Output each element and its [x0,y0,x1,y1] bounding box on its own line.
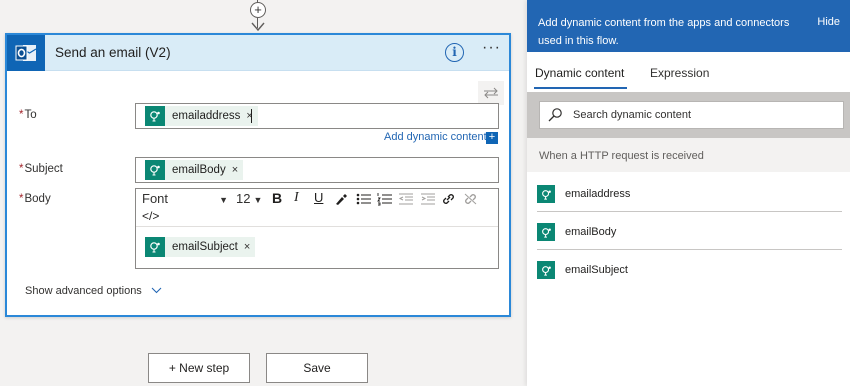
more-options-icon[interactable]: ··· [482,39,501,57]
request-trigger-icon [537,185,555,203]
to-token-label: emailaddress [172,110,241,122]
font-family-select[interactable]: Font ▼ [142,191,228,206]
to-token[interactable]: emailaddress × [145,106,258,126]
list-item[interactable]: emailBody [537,212,842,250]
search-icon [548,108,562,122]
trigger-section-header[interactable]: When a HTTP request is received [527,138,850,172]
required-marker: * [19,193,24,205]
panel-header: Add dynamic content from the apps and co… [527,0,850,52]
chevron-down-icon: ▼ [219,195,228,205]
body-rich-text-editor[interactable]: Font ▼ 12 ▼ B I U </> emailSubject × [135,188,499,269]
request-trigger-icon [145,160,165,180]
bold-button[interactable]: B [272,190,282,206]
subject-field[interactable]: emailBody × [135,157,499,183]
remove-token-icon[interactable]: × [246,110,257,122]
arrow-down-icon [251,22,265,32]
required-marker: * [19,109,24,121]
search-container: Search dynamic content [527,92,850,138]
show-advanced-options-link[interactable]: Show advanced options [25,285,162,297]
subject-token-label: emailBody [172,164,226,176]
card-title: Send an email (V2) [55,45,171,60]
remove-token-icon[interactable]: × [244,241,255,253]
remove-link-icon[interactable] [463,192,478,206]
code-view-button[interactable]: </> [142,209,159,223]
body-token[interactable]: emailSubject × [145,237,256,257]
font-size-select[interactable]: 12 ▼ [236,191,262,206]
to-field[interactable]: emailaddress × [135,103,499,129]
insert-link-icon[interactable] [441,192,456,206]
subject-token[interactable]: emailBody × [145,160,244,180]
save-button[interactable]: Save [266,353,368,383]
font-size-value: 12 [236,191,251,206]
list-item-label: emailSubject [565,264,628,276]
italic-button[interactable]: I [294,190,299,206]
active-tab-indicator [534,87,627,89]
panel-header-text: Add dynamic content from the apps and co… [538,17,790,47]
insert-step-button[interactable]: + [250,2,266,18]
add-dynamic-content-button[interactable]: + [486,132,498,144]
panel-tabs: Dynamic content Expression [527,52,850,92]
numbered-list-icon[interactable] [377,192,393,206]
to-label-text: To [24,109,37,121]
to-label: *To [19,109,37,121]
list-item[interactable]: emailaddress [537,174,842,212]
add-dynamic-content-link[interactable]: Add dynamic content [384,131,487,143]
highlight-color-icon[interactable] [334,192,348,206]
advanced-options-label: Show advanced options [25,285,142,297]
chevron-down-icon: ▼ [253,195,263,205]
request-trigger-icon [537,261,555,279]
bulleted-list-icon[interactable] [356,192,372,206]
tab-dynamic-content[interactable]: Dynamic content [535,66,624,80]
list-item[interactable]: emailSubject [537,250,842,288]
section-title: When a HTTP request is received [539,150,704,162]
subject-label-text: Subject [24,163,63,175]
request-trigger-icon [145,106,165,126]
info-icon[interactable]: i [445,43,464,62]
request-trigger-icon [537,223,555,241]
required-marker: * [19,163,24,175]
body-label-text: Body [24,193,51,205]
subject-label: *Subject [19,163,63,175]
send-email-action-card: Send an email (V2) i ··· *To emailaddres… [5,33,511,317]
body-label: *Body [19,193,51,205]
dynamic-content-panel: Add dynamic content from the apps and co… [527,0,850,386]
outlook-icon [7,34,45,71]
increase-indent-icon[interactable] [420,192,436,206]
dynamic-content-list: emailaddress emailBody emailSubject [527,174,850,294]
switch-input-mode-icon[interactable] [478,81,504,105]
tab-expression[interactable]: Expression [650,66,709,80]
decrease-indent-icon[interactable] [398,192,414,206]
hide-panel-button[interactable]: Hide [817,16,840,28]
search-input[interactable]: Search dynamic content [539,101,844,129]
font-family-value: Font [142,191,169,206]
request-trigger-icon [145,237,165,257]
remove-token-icon[interactable]: × [232,164,243,176]
card-header[interactable]: Send an email (V2) i ··· [7,34,509,71]
body-token-label: emailSubject [172,241,238,253]
underline-button[interactable]: U [314,190,323,205]
list-item-label: emailBody [565,226,617,238]
search-placeholder: Search dynamic content [573,109,692,121]
list-item-label: emailaddress [565,188,631,200]
new-step-button[interactable]: + New step [148,353,250,383]
editor-toolbar: Font ▼ 12 ▼ B I U </> [136,189,498,227]
text-caret [251,109,252,123]
chevron-down-icon [151,287,162,294]
